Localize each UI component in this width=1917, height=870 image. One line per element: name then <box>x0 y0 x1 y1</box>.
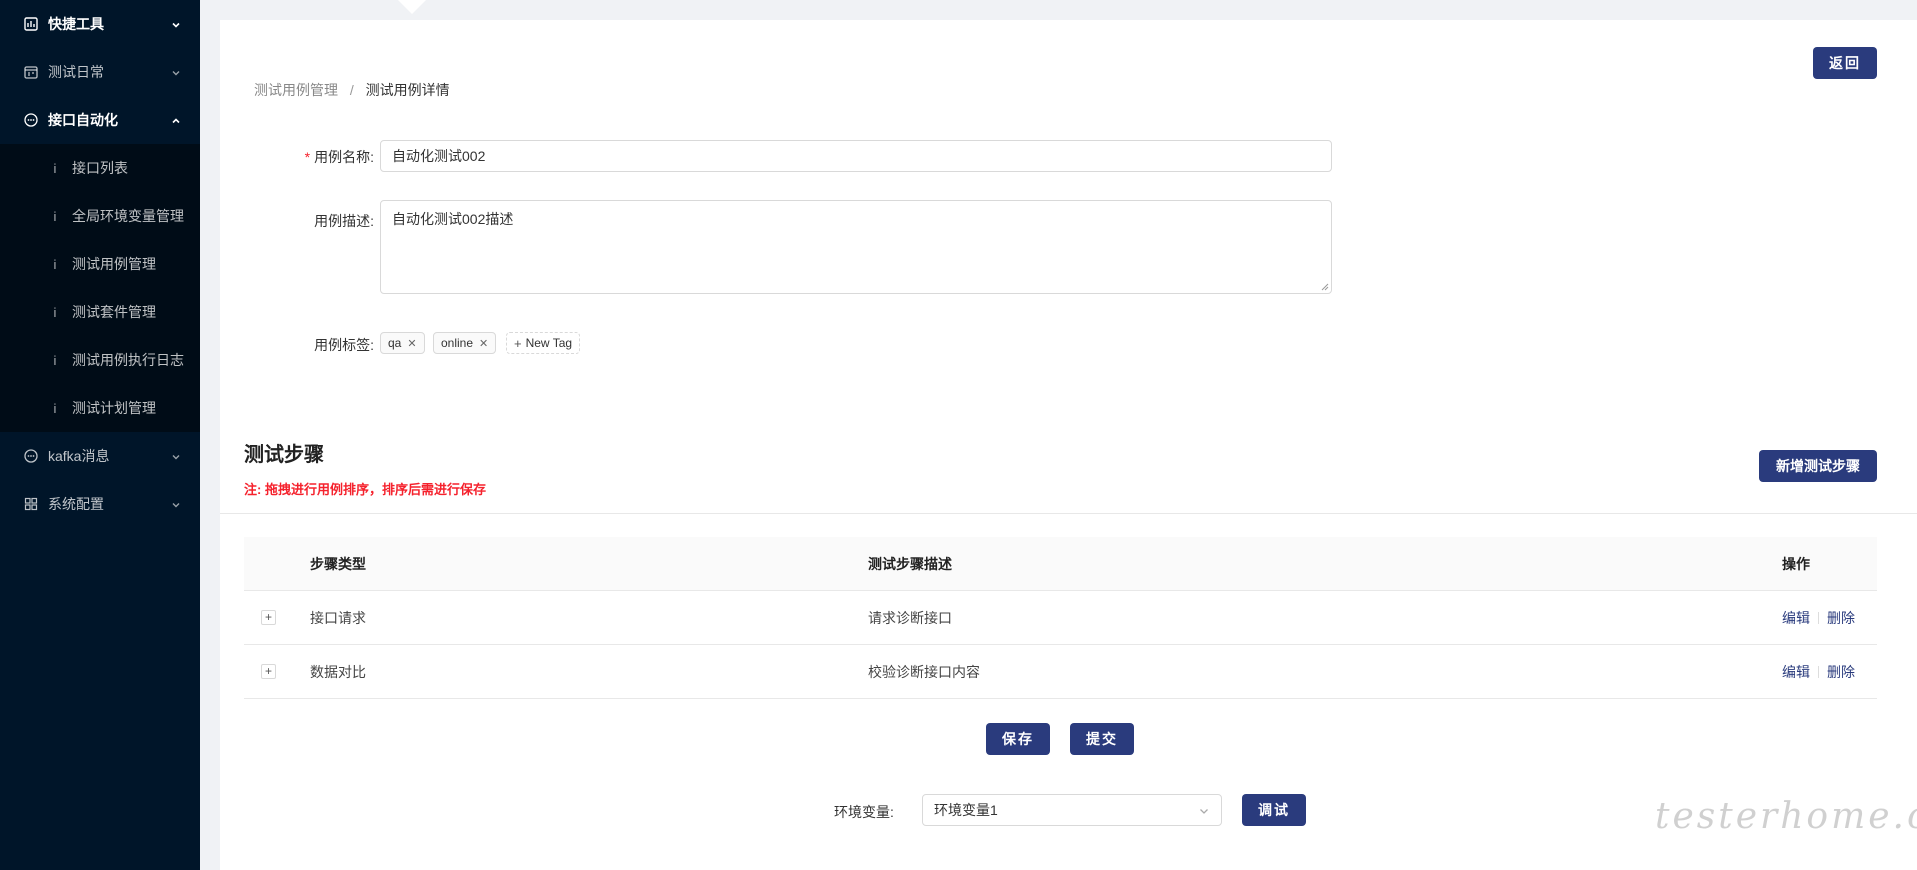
submenu-item-global-env[interactable]: i 全局环境变量管理 <box>0 192 200 240</box>
env-label: 环境变量: <box>834 804 894 820</box>
detail-card: 测试用例管理 / 测试用例详情 返回 * 用例名称: 自动化测试002 用例描述:… <box>220 20 1917 870</box>
table-row[interactable]: + 接口请求 请求诊断接口 编辑 删除 <box>244 591 1877 645</box>
steps-table: 步骤类型 测试步骤描述 操作 + 接口请求 请求诊断接口 编辑 删除 + 数据对… <box>244 537 1877 699</box>
description-text: 自动化测试002描述 <box>392 211 514 227</box>
breadcrumb-current: 测试用例详情 <box>365 82 450 98</box>
close-icon[interactable]: ✕ <box>407 337 416 350</box>
submenu-item-exec-log[interactable]: i 测试用例执行日志 <box>0 336 200 384</box>
tags-label: 用例标签: <box>314 337 374 353</box>
case-name-input[interactable]: 自动化测试002 <box>380 140 1332 172</box>
tag-online: online ✕ <box>433 332 497 354</box>
add-step-button[interactable]: 新增测试步骤 <box>1759 450 1877 482</box>
submenu-item-suite-mgmt[interactable]: i 测试套件管理 <box>0 288 200 336</box>
info-icon: i <box>53 304 57 320</box>
plus-icon: + <box>514 335 522 351</box>
step-type: 数据对比 <box>310 663 366 680</box>
submenu-label: 全局环境变量管理 <box>72 208 184 224</box>
steps-note: 注: 拖拽进行用例排序，排序后需进行保存 <box>244 482 486 497</box>
row-actions: 编辑 删除 <box>1782 608 1855 628</box>
column-header-actions: 操作 <box>1782 555 1810 572</box>
submenu-label: 测试套件管理 <box>72 304 156 320</box>
delete-link[interactable]: 删除 <box>1827 608 1855 628</box>
chevron-up-icon <box>170 114 182 126</box>
message-icon <box>24 113 38 127</box>
menu-test-daily[interactable]: 测试日常 <box>0 48 200 96</box>
menu-quick-tools[interactable]: 快捷工具 <box>0 0 200 48</box>
chevron-down-icon <box>1200 809 1208 814</box>
menu-kafka[interactable]: kafka消息 <box>0 432 200 480</box>
new-tag-button[interactable]: + New Tag <box>506 332 581 354</box>
step-type: 接口请求 <box>310 609 366 626</box>
menu-label: 接口自动化 <box>48 112 118 128</box>
new-tag-label: New Tag <box>525 336 573 350</box>
submenu-api-automation: i 接口列表 i 全局环境变量管理 i 测试用例管理 i 测试套件管理 i 测试用例执行日… <box>0 144 200 432</box>
submenu-label: 测试用例执行日志 <box>72 352 184 368</box>
submenu-item-plan-mgmt[interactable]: i 测试计划管理 <box>0 384 200 432</box>
required-mark: * <box>304 149 311 165</box>
menu-label: 快捷工具 <box>48 16 104 32</box>
info-icon: i <box>53 208 57 224</box>
chevron-down-icon <box>170 66 182 78</box>
divider <box>1818 611 1819 624</box>
tag-label: qa <box>388 336 402 350</box>
submenu-label: 测试用例管理 <box>72 256 156 272</box>
submit-button[interactable]: 提交 <box>1070 723 1134 755</box>
column-header-desc: 测试步骤描述 <box>868 555 952 572</box>
menu-api-automation[interactable]: 接口自动化 <box>0 96 200 144</box>
table-header: 步骤类型 测试步骤描述 操作 <box>244 537 1877 591</box>
name-label-wrap: * 用例名称: <box>264 147 374 167</box>
debug-button[interactable]: 调试 <box>1242 794 1306 826</box>
edit-link[interactable]: 编辑 <box>1782 608 1810 628</box>
save-button[interactable]: 保存 <box>986 723 1050 755</box>
info-icon: i <box>53 256 57 272</box>
case-description-textarea[interactable]: 自动化测试002描述 <box>380 200 1332 294</box>
menu-label: 测试日常 <box>48 64 104 80</box>
section-divider <box>220 513 1917 514</box>
breadcrumb-parent-link[interactable]: 测试用例管理 <box>254 82 338 98</box>
calendar-icon <box>24 65 38 79</box>
message-icon <box>24 449 38 463</box>
step-desc: 请求诊断接口 <box>868 609 952 626</box>
chevron-down-icon <box>170 450 182 462</box>
info-icon: i <box>53 160 57 176</box>
info-icon: i <box>53 400 57 416</box>
expand-icon[interactable]: + <box>261 664 276 679</box>
chevron-down-icon <box>170 18 182 30</box>
submenu-label: 测试计划管理 <box>72 400 156 416</box>
submenu-item-testcase-mgmt[interactable]: i 测试用例管理 <box>0 240 200 288</box>
grid-icon <box>24 497 38 511</box>
top-notch <box>398 0 426 14</box>
table-row[interactable]: + 数据对比 校验诊断接口内容 编辑 删除 <box>244 645 1877 699</box>
tag-qa: qa ✕ <box>380 332 425 354</box>
breadcrumb: 测试用例管理 / 测试用例详情 <box>254 80 450 100</box>
menu-system-config[interactable]: 系统配置 <box>0 480 200 528</box>
step-desc: 校验诊断接口内容 <box>868 663 980 680</box>
desc-label: 用例描述: <box>314 213 374 229</box>
expand-icon[interactable]: + <box>261 610 276 625</box>
row-actions: 编辑 删除 <box>1782 662 1855 682</box>
watermark: testerhome.com <box>1655 796 1917 837</box>
column-header-type: 步骤类型 <box>310 555 366 572</box>
back-button[interactable]: 返回 <box>1813 47 1877 79</box>
resize-handle-icon[interactable] <box>1321 283 1329 291</box>
steps-title: 测试步骤 <box>244 444 324 466</box>
name-label: 用例名称: <box>314 149 374 165</box>
submenu-item-api-list[interactable]: i 接口列表 <box>0 144 200 192</box>
env-selected-value: 环境变量1 <box>934 802 998 818</box>
menu-label: 系统配置 <box>48 496 104 512</box>
close-icon[interactable]: ✕ <box>479 337 488 350</box>
edit-link[interactable]: 编辑 <box>1782 662 1810 682</box>
submenu-label: 接口列表 <box>72 160 128 176</box>
info-icon: i <box>53 352 57 368</box>
sidebar: 快捷工具 测试日常 接口自动化 i 接口列表 i 全局环境变量管理 i 测试用例管理 … <box>0 0 200 870</box>
env-select[interactable]: 环境变量1 <box>922 794 1222 826</box>
chart-icon <box>24 17 38 31</box>
breadcrumb-separator: / <box>349 82 354 98</box>
tag-label: online <box>441 336 474 350</box>
menu-label: kafka消息 <box>48 448 110 464</box>
main-content: 测试用例管理 / 测试用例详情 返回 * 用例名称: 自动化测试002 用例描述:… <box>200 0 1917 870</box>
divider <box>1818 665 1819 678</box>
delete-link[interactable]: 删除 <box>1827 662 1855 682</box>
chevron-down-icon <box>170 498 182 510</box>
